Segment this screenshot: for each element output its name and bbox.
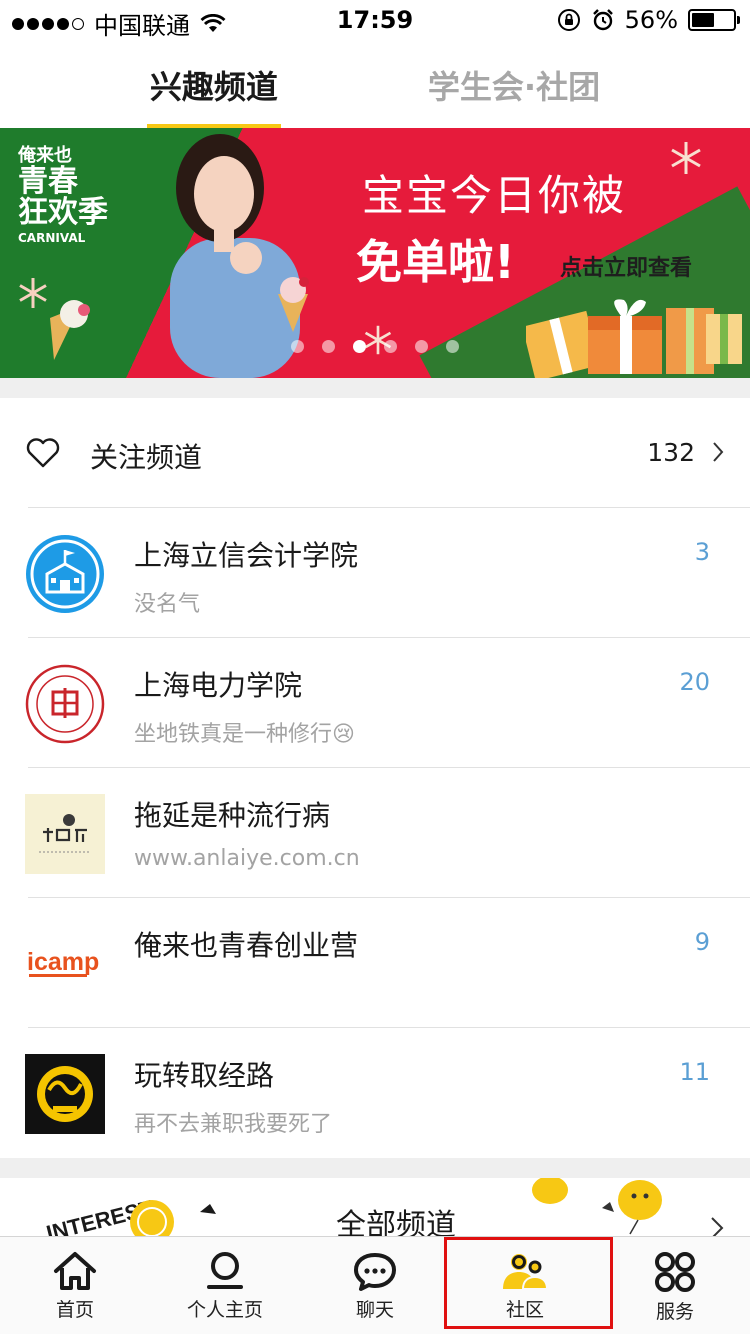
chat-icon xyxy=(354,1253,396,1291)
channel-subtitle: 坐地铁真是一种修行😢 xyxy=(134,722,355,747)
tab-interest-channels[interactable]: 兴趣频道 xyxy=(146,40,281,128)
list-item[interactable]: 上海电力学院 坐地铁真是一种修行😢 20 xyxy=(0,638,750,768)
svg-text:icamp: icamp xyxy=(27,948,99,976)
rotation-lock-icon xyxy=(557,9,580,31)
channel-count: 9 xyxy=(694,928,710,956)
ice-cream-icon xyxy=(50,300,90,360)
gift-boxes-illustration xyxy=(526,299,742,378)
section-separator xyxy=(0,1158,750,1178)
channel-avatar xyxy=(25,664,105,744)
battery-icon xyxy=(688,9,740,31)
tab-community[interactable]: 社区 xyxy=(450,1237,600,1334)
chevron-right-icon xyxy=(711,1217,724,1236)
procrastination-logo xyxy=(25,794,105,874)
interest-illustration: INTEREST xyxy=(44,1195,216,1236)
tab-label: 服务 xyxy=(655,1301,694,1323)
tab-label: 聊天 xyxy=(355,1299,394,1321)
alarm-icon xyxy=(592,9,613,31)
tab-label: 社区 xyxy=(505,1299,544,1321)
snowflake-icon xyxy=(671,142,701,174)
followed-channels-label: 关注频道 xyxy=(90,441,203,474)
home-icon xyxy=(54,1252,96,1290)
banner-brand-big-2: 狂欢季 xyxy=(18,195,108,231)
community-icon xyxy=(503,1254,549,1290)
channel-count: 20 xyxy=(679,668,710,696)
status-bar: 中国联通 17:59 56% xyxy=(0,0,750,40)
banner-brand-big-1: 青春 xyxy=(18,163,78,199)
list-item[interactable]: icamp 俺来也青春创业营 9 xyxy=(0,898,750,1028)
chevron-right-icon xyxy=(713,442,724,462)
heart-icon xyxy=(26,438,60,468)
tab-chat[interactable]: 聊天 xyxy=(300,1237,450,1334)
channel-avatar xyxy=(25,1054,105,1134)
channel-title: 上海电力学院 xyxy=(134,669,303,702)
banner-headline-1: 宝宝今日你被 xyxy=(362,171,627,220)
channel-count: 11 xyxy=(679,1058,710,1086)
tab-label: 首页 xyxy=(55,1299,94,1321)
channel-title: 上海立信会计学院 xyxy=(134,539,359,572)
banner-brand-small: 俺来也 xyxy=(18,145,72,166)
services-icon xyxy=(655,1252,695,1292)
channel-avatar: icamp xyxy=(25,924,105,1004)
journey-logo xyxy=(25,1054,105,1134)
channel-subtitle: 再不去兼职我要死了 xyxy=(134,1112,333,1137)
banner-page-dot[interactable] xyxy=(384,340,397,353)
tab-label: 个人主页 xyxy=(186,1299,263,1321)
section-separator xyxy=(0,378,750,398)
banner-page-dot[interactable] xyxy=(446,340,459,353)
channel-avatar xyxy=(25,534,105,614)
banner-page-dot-active[interactable] xyxy=(353,340,366,353)
school-building-icon xyxy=(26,535,104,613)
channel-title: 玩转取经路 xyxy=(134,1059,275,1092)
channel-count: 3 xyxy=(694,538,710,566)
bottom-tab-bar: 首页 个人主页 聊天 社区 服务 xyxy=(0,1236,750,1334)
list-item[interactable]: 上海立信会计学院 没名气 3 xyxy=(0,508,750,638)
all-channels-row[interactable]: INTEREST 全部频道 xyxy=(0,1178,750,1236)
banner-brand-tag: CARNIVAL xyxy=(18,230,86,245)
all-channels-title: 全部频道 xyxy=(336,1208,456,1236)
channel-subtitle: www.anlaiye.com.cn xyxy=(134,846,360,871)
list-item[interactable]: 玩转取经路 再不去兼职我要死了 11 xyxy=(0,1028,750,1158)
top-tab-bar: 兴趣频道 学生会·社团 xyxy=(0,40,750,128)
banner-brand-logo: 俺来也 青春 狂欢季 CARNIVAL xyxy=(18,146,138,245)
icamp-logo: icamp xyxy=(25,924,105,1004)
banner-pagination xyxy=(0,340,750,353)
tab-student-union[interactable]: 学生会·社团 xyxy=(428,40,600,128)
channel-title: 拖延是种流行病 xyxy=(134,799,331,832)
banner-page-dot[interactable] xyxy=(415,340,428,353)
tab-services[interactable]: 服务 xyxy=(600,1237,750,1334)
balloon-illustration xyxy=(532,1178,662,1235)
tab-home[interactable]: 首页 xyxy=(0,1237,150,1334)
banner-headline-2: 免单啦! xyxy=(356,235,515,289)
channel-title: 俺来也青春创业营 xyxy=(134,929,359,962)
followed-channels-count: 132 xyxy=(647,438,695,467)
status-right: 56% xyxy=(557,6,740,34)
profile-icon xyxy=(207,1252,243,1289)
banner-page-dot[interactable] xyxy=(291,340,304,353)
banner-page-dot[interactable] xyxy=(322,340,335,353)
ice-cream-icon xyxy=(278,277,309,332)
tab-profile[interactable]: 个人主页 xyxy=(150,1237,300,1334)
university-seal-icon xyxy=(25,664,105,744)
list-item[interactable]: 拖延是种流行病 www.anlaiye.com.cn xyxy=(0,768,750,898)
followed-channels-row[interactable]: 关注频道 132 xyxy=(0,398,750,508)
channel-avatar xyxy=(25,794,105,874)
battery-percent: 56% xyxy=(624,6,678,34)
channel-subtitle: 没名气 xyxy=(134,592,201,617)
